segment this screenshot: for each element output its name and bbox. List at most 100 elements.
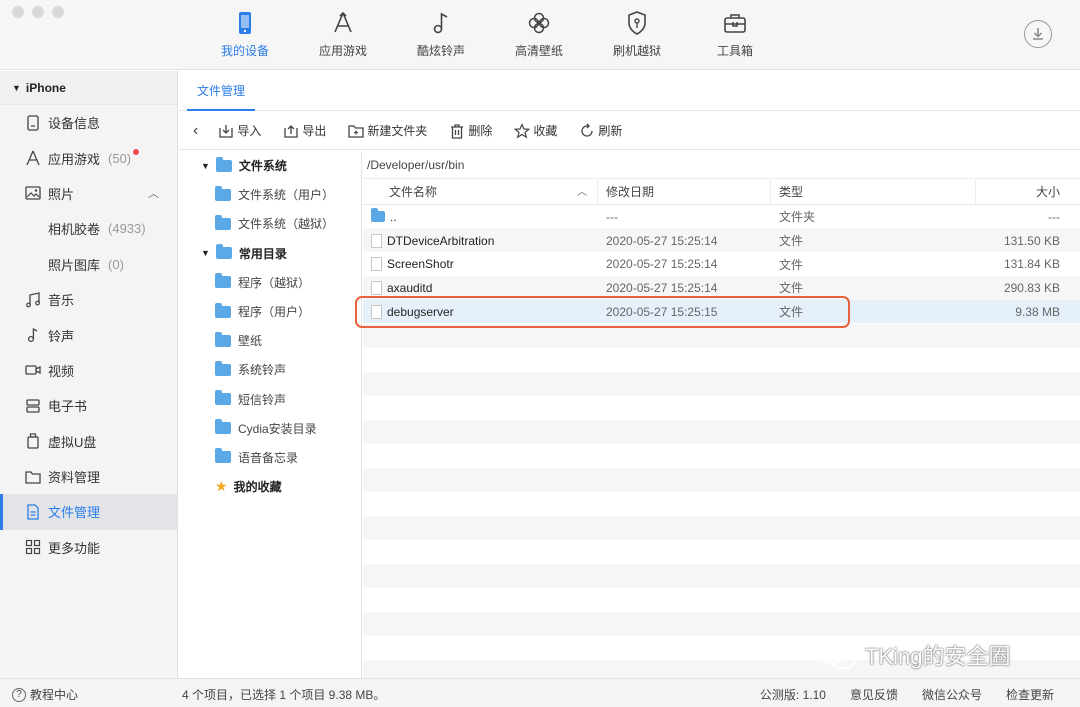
tree-apps-jailbreak[interactable]: 程序（越狱） [179, 268, 361, 297]
column-header-modified[interactable]: 修改日期 [598, 179, 771, 205]
sidebar-item-label: 铃声 [48, 328, 75, 344]
tree-system-ringtones[interactable]: 系统铃声 [179, 355, 361, 384]
tree-common[interactable]: ▼ 常用目录 [179, 239, 361, 268]
tree-apps-user[interactable]: 程序（用户） [179, 297, 361, 326]
sidebar: ▼ iPhone 设备信息 应用游戏 (50) 照片 ︿ 相机胶卷 (4933)… [0, 71, 178, 678]
sidebar-item-photo-library[interactable]: 照片图库 (0) [0, 247, 177, 282]
table-row[interactable]: axauditd 2020-05-27 15:25:14 文件 290.83 K… [363, 276, 1080, 300]
column-header-type[interactable]: 类型 [771, 179, 976, 205]
sidebar-item-virtual-usb[interactable]: 虚拟U盘 [0, 424, 177, 459]
notification-badge [133, 149, 139, 156]
table-row-selected[interactable]: debugserver 2020-05-27 15:25:15 文件 9.38 … [363, 299, 1080, 324]
tree-label: 我的收藏 [233, 480, 282, 495]
help-center-button[interactable]: ? 教程中心 [12, 686, 78, 703]
tree-cydia[interactable]: Cydia安装目录 [179, 414, 361, 443]
cell-size: 9.38 MB [1015, 304, 1060, 319]
file-name: axauditd [387, 280, 433, 295]
new-folder-button[interactable]: 新建文件夹 [348, 122, 427, 139]
ringtone-icon [24, 326, 42, 344]
tree-filesystem[interactable]: ▼ 文件系统 [179, 151, 361, 180]
file-name: .. [390, 209, 397, 224]
chevron-up-icon[interactable]: ︿ [148, 185, 159, 201]
status-links: 公测版: 1.10 意见反馈 微信公众号 检查更新 [760, 686, 1054, 703]
tree-wallpaper[interactable]: 壁纸 [179, 326, 361, 355]
top-toolbar: 我的设备 应用游戏 酷炫铃声 高清壁纸 刷机越狱 工具箱 [0, 0, 1080, 70]
file-icon [371, 280, 382, 295]
sidebar-item-device-info[interactable]: 设备信息 [0, 105, 177, 140]
tab-file-management[interactable]: 文件管理 [187, 71, 256, 111]
download-manager-button[interactable] [1024, 20, 1052, 48]
sidebar-item-label: 相机胶卷 [48, 222, 101, 238]
watermark-text: TKing的安全圈 [865, 644, 1011, 669]
status-bar: ? 教程中心 4 个项目，已选择 1 个项目 9.38 MB。 公测版: 1.1… [0, 678, 1080, 707]
file-list-header: 文件名称 ︿ 修改日期 类型 大小 [363, 179, 1080, 205]
back-arrow-icon[interactable]: ‹ [193, 122, 198, 140]
sidebar-item-label: 应用游戏 [48, 151, 101, 167]
sidebar-item-label: 更多功能 [48, 540, 101, 556]
tree-label: 程序（用户） [238, 305, 311, 320]
folder-icon [215, 360, 231, 376]
folder-icon [215, 273, 231, 289]
folder-icon [215, 331, 231, 347]
nav-toolbox[interactable]: 工具箱 [686, 10, 784, 64]
sidebar-item-file-management[interactable]: 文件管理 [0, 494, 177, 531]
sidebar-item-photos[interactable]: 照片 ︿ [0, 176, 177, 211]
nav-my-device[interactable]: 我的设备 [196, 10, 294, 64]
sidebar-item-videos[interactable]: 视频 [0, 353, 177, 388]
folder-icon [215, 390, 231, 406]
minimize-window-button[interactable] [32, 6, 44, 18]
table-row[interactable]: DTDeviceArbitration 2020-05-27 15:25:14 … [363, 229, 1080, 253]
close-window-button[interactable] [12, 6, 24, 18]
cell-name: DTDeviceArbitration [363, 233, 598, 248]
tree-fs-user[interactable]: 文件系统（用户） [179, 180, 361, 209]
sidebar-item-data-management[interactable]: 资料管理 [0, 459, 177, 494]
sidebar-item-ringtones[interactable]: 铃声 [0, 317, 177, 352]
sidebar-item-apps[interactable]: 应用游戏 (50) [0, 140, 177, 175]
new-folder-label: 新建文件夹 [367, 124, 428, 138]
sidebar-item-music[interactable]: 音乐 [0, 282, 177, 317]
file-icon [371, 257, 382, 272]
tree-favorites[interactable]: ★ 我的收藏 [179, 472, 361, 501]
nav-ringtones[interactable]: 酷炫铃声 [392, 10, 490, 64]
device-header[interactable]: ▼ iPhone [0, 71, 177, 105]
file-name: ScreenShotr [387, 257, 454, 272]
zoom-window-button[interactable] [52, 6, 64, 18]
path-bar: /Developer/usr/bin [363, 151, 1080, 179]
check-update-label: 检查更新 [1005, 688, 1054, 702]
sidebar-item-count: (4933) [108, 221, 146, 237]
tree-label: 壁纸 [238, 334, 263, 349]
window-controls [12, 6, 64, 18]
cell-modified: 2020-05-27 15:25:14 [606, 257, 718, 272]
folder-icon [371, 208, 385, 223]
nav-wallpapers[interactable]: 高清壁纸 [490, 10, 588, 64]
favorite-button[interactable]: 收藏 [514, 122, 557, 139]
nav-apps-games[interactable]: 应用游戏 [294, 10, 392, 64]
nav-jailbreak[interactable]: 刷机越狱 [588, 10, 686, 64]
table-row[interactable]: .. --- 文件夹 --- [363, 205, 1080, 229]
import-button[interactable]: 导入 [218, 122, 261, 139]
folder-icon [215, 302, 231, 318]
cell-type: 文件夹 [779, 210, 816, 225]
tree-voice-memos[interactable]: 语音备忘录 [179, 443, 361, 472]
sidebar-item-label: 虚拟U盘 [48, 434, 97, 450]
table-row[interactable]: ScreenShotr 2020-05-27 15:25:14 文件 131.8… [363, 252, 1080, 276]
refresh-button[interactable]: 刷新 [579, 122, 622, 139]
sidebar-item-more[interactable]: 更多功能 [0, 530, 177, 565]
collapse-triangle-icon: ▼ [201, 160, 210, 171]
app-store-icon [334, 11, 352, 33]
column-header-size[interactable]: 大小 [976, 180, 1080, 205]
tree-fs-jailbreak[interactable]: 文件系统（越狱） [179, 209, 361, 238]
feedback-link[interactable]: 意见反馈 [850, 686, 898, 703]
sidebar-item-ebooks[interactable]: 电子书 [0, 388, 177, 423]
star-icon: ★ [215, 478, 228, 495]
sidebar-item-label: 照片 [48, 186, 75, 202]
delete-button[interactable]: 删除 [449, 122, 492, 139]
usb-icon [24, 432, 42, 450]
column-header-name[interactable]: 文件名称 ︿ [363, 179, 598, 205]
export-button[interactable]: 导出 [283, 122, 326, 139]
check-update-link[interactable]: 检查更新 [1006, 686, 1054, 703]
tree-sms-ringtones[interactable]: 短信铃声 [179, 385, 361, 414]
wechat-link[interactable]: 微信公众号 [922, 686, 982, 703]
sidebar-item-label: 音乐 [48, 293, 75, 309]
sidebar-item-camera-roll[interactable]: 相机胶卷 (4933) [0, 211, 177, 246]
